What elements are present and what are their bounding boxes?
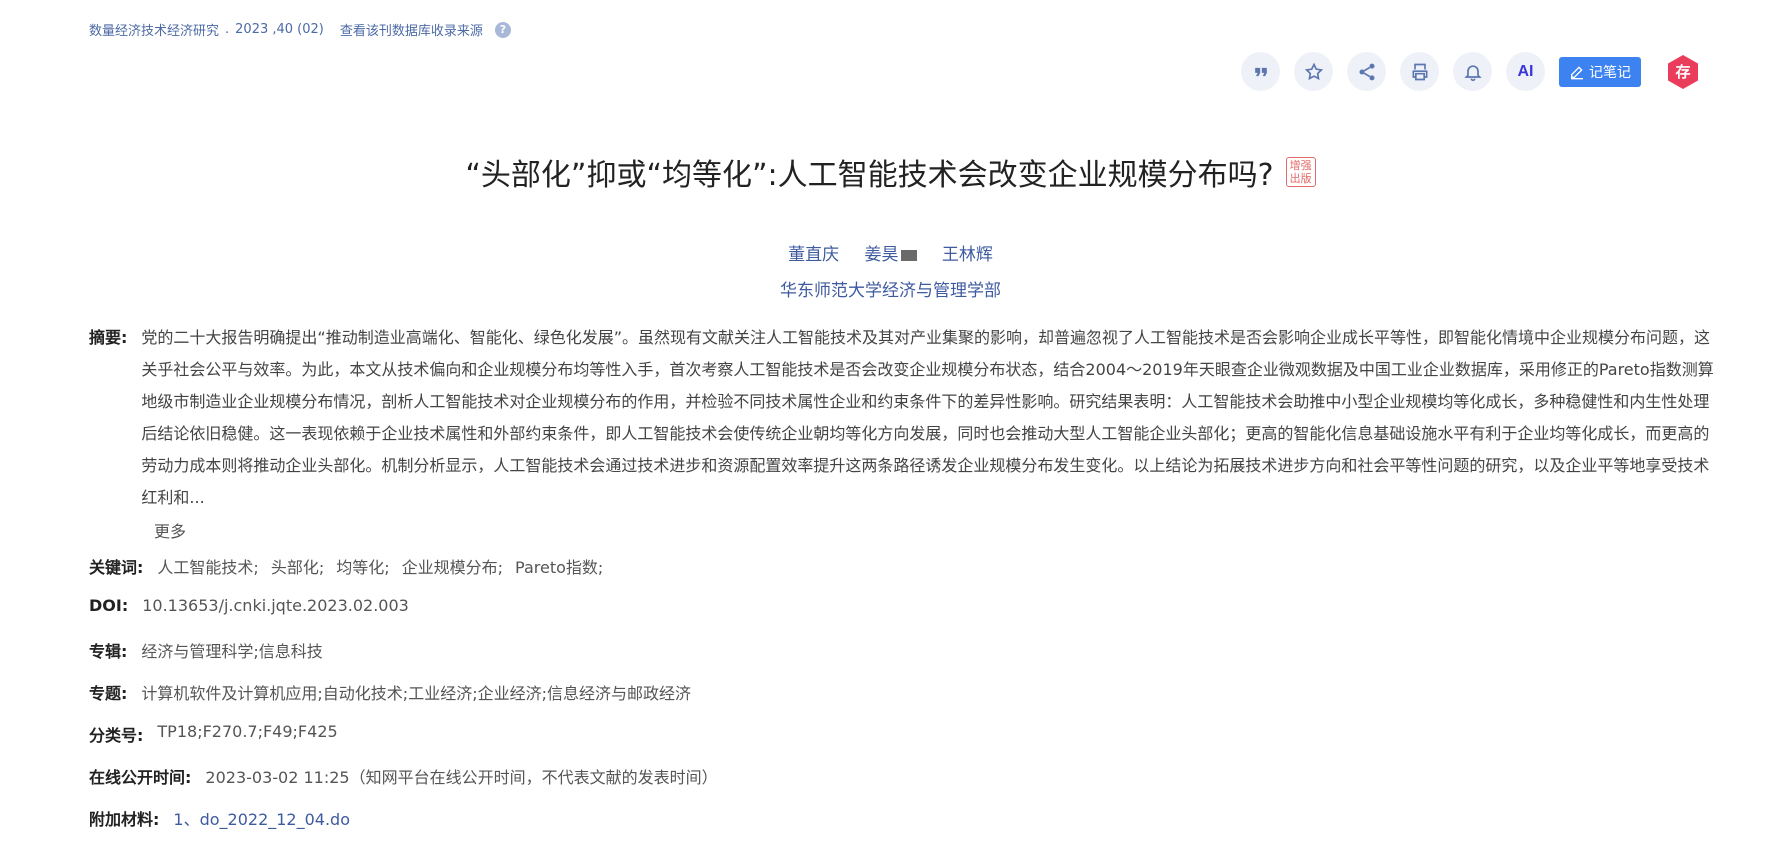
keyword-link[interactable]: 头部化;: [271, 554, 324, 578]
article-toolbar: AI 记笔记 存: [1241, 52, 1701, 91]
help-icon[interactable]: ?: [494, 21, 511, 38]
series-label: 专辑:: [89, 642, 128, 661]
abstract-section: 摘要: 党的二十大报告明确提出“推动制造业高端化、智能化、绿色化发展”。虽然现有…: [89, 322, 1714, 514]
keyword-link[interactable]: Pareto指数;: [515, 554, 603, 578]
author-name: 姜昊: [864, 245, 899, 265]
badge-line2: 出版: [1289, 172, 1312, 185]
keywords-row: 关键词: 人工智能技术; 头部化; 均等化; 企业规模分布; Pareto指数;: [89, 554, 615, 578]
series-value: 经济与管理科学;信息科技: [141, 642, 323, 661]
online-time-row: 在线公开时间: 2023-03-02 11:25（知网平台在线公开时间，不代表文…: [89, 764, 718, 788]
cite-button[interactable]: [1241, 52, 1280, 91]
author-list: 董直庆 姜昊 王林辉: [0, 240, 1781, 265]
subject-label: 专题:: [89, 684, 128, 703]
keyword-link[interactable]: 人工智能技术;: [157, 554, 258, 578]
mail-icon: [900, 249, 917, 261]
enhanced-publication-badge[interactable]: 增强 出版: [1285, 157, 1316, 187]
share-icon: [1359, 63, 1374, 80]
abstract-label: 摘要:: [89, 328, 128, 347]
classification-value: TP18;F270.7;F49;F425: [157, 722, 338, 741]
author-link[interactable]: 王林辉: [942, 245, 993, 265]
save-label: 存: [1675, 63, 1691, 81]
classification-row: 分类号: TP18;F270.7;F49;F425: [89, 722, 338, 746]
keywords-label: 关键词:: [89, 558, 144, 577]
badge-line1: 增强: [1289, 159, 1312, 172]
attachment-link[interactable]: 1、do_2022_12_04.do: [173, 806, 350, 830]
attachment-label: 附加材料:: [89, 810, 160, 829]
pencil-icon: [1571, 65, 1583, 79]
star-icon: [1304, 62, 1323, 80]
db-source-link[interactable]: 查看该刊数据库收录来源: [340, 20, 483, 39]
favorite-button[interactable]: [1294, 52, 1333, 91]
affiliation[interactable]: 华东师范大学经济与管理学部: [0, 276, 1781, 301]
journal-name[interactable]: 数量经济技术经济研究: [89, 20, 219, 39]
author-link[interactable]: 董直庆: [788, 245, 839, 265]
author-link[interactable]: 姜昊: [865, 245, 917, 265]
doi-row: DOI: 10.13653/j.cnki.jqte.2023.02.003: [89, 596, 409, 615]
doi-value: 10.13653/j.cnki.jqte.2023.02.003: [142, 596, 409, 615]
take-notes-label: 记笔记: [1589, 64, 1631, 81]
keyword-link[interactable]: 均等化;: [336, 554, 389, 578]
print-button[interactable]: [1400, 52, 1439, 91]
doi-label: DOI:: [89, 596, 129, 615]
series-row: 专辑: 经济与管理科学;信息科技: [89, 638, 323, 662]
article-title: “头部化”抑或“均等化”:人工智能技术会改变企业规模分布吗? 增强 出版: [0, 150, 1781, 194]
abstract-text: 党的二十大报告明确提出“推动制造业高端化、智能化、绿色化发展”。虽然现有文献关注…: [141, 328, 1714, 507]
subject-value: 计算机软件及计算机应用;自动化技术;工业经济;企业经济;信息经济与邮政经济: [141, 684, 691, 703]
subject-row: 专题: 计算机软件及计算机应用;自动化技术;工业经济;企业经济;信息经济与邮政经…: [89, 680, 691, 704]
quote-icon: [1254, 67, 1267, 76]
source-line: 数量经济技术经济研究 . 2023 ,40 (02) 查看该刊数据库收录来源 ?: [89, 20, 511, 39]
online-time-value: 2023-03-02 11:25（知网平台在线公开时间，不代表文献的发表时间）: [205, 768, 718, 787]
title-text: “头部化”抑或“均等化”:人工智能技术会改变企业规模分布吗?: [465, 158, 1274, 193]
attachment-row: 附加材料: 1、do_2022_12_04.do: [89, 806, 350, 830]
issue-info: 2023 ,40 (02): [235, 22, 324, 37]
ai-button[interactable]: AI: [1506, 52, 1545, 91]
classification-label: 分类号:: [89, 726, 144, 745]
take-notes-button[interactable]: 记笔记: [1559, 56, 1641, 87]
share-button[interactable]: [1347, 52, 1386, 91]
separator: .: [225, 22, 230, 37]
subscribe-button[interactable]: [1453, 52, 1492, 91]
print-icon: [1412, 63, 1427, 80]
more-button[interactable]: 更多: [154, 518, 186, 542]
bell-icon: [1463, 64, 1482, 81]
save-button[interactable]: 存: [1665, 54, 1701, 90]
keyword-link[interactable]: 企业规模分布;: [402, 554, 503, 578]
online-time-label: 在线公开时间:: [89, 768, 192, 787]
